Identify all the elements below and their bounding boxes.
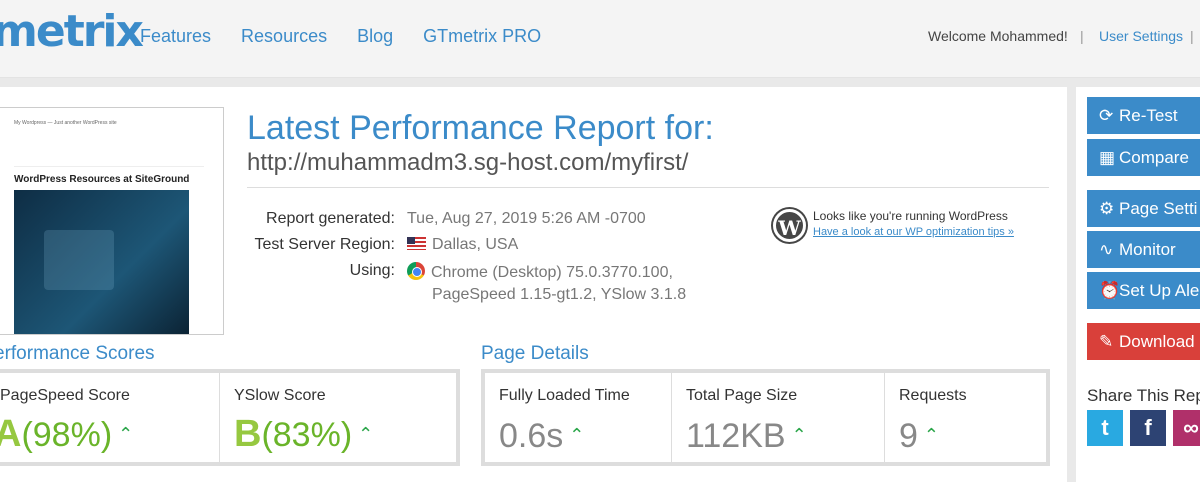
report-generated-label: Report generated: <box>266 210 395 227</box>
pagespeed-grade: A <box>0 413 22 455</box>
link-share-icon[interactable]: ∞ <box>1173 410 1200 446</box>
alarm-clock-icon: ⏰ <box>1099 281 1121 300</box>
using-label: Using: <box>349 262 395 279</box>
trend-up-icon: ⌃ <box>923 425 940 445</box>
requests-value: 9 <box>899 417 918 455</box>
share-heading: Share This Repo <box>1087 386 1200 405</box>
yslow-score-cell: YSlow Score B(83%) ⌃ <box>220 373 456 462</box>
retest-button[interactable]: ⟳ Re-Test <box>1087 97 1200 134</box>
report-url: http://muhammadm3.sg-host.com/myfirst/ <box>247 149 689 176</box>
chrome-icon <box>407 262 425 280</box>
page-settings-button[interactable]: ⚙ Page Setti <box>1087 190 1200 227</box>
pagespeed-score-label: PageSpeed Score <box>0 387 130 404</box>
yslow-grade: B <box>234 413 262 455</box>
fully-loaded-cell: Fully Loaded Time 0.6s ⌃ <box>485 373 672 462</box>
welcome-text: Welcome Mohammed! <box>928 28 1068 44</box>
region-value: Dallas, USA <box>432 236 519 253</box>
document-icon: ▦ <box>1099 148 1116 167</box>
fully-loaded-label: Fully Loaded Time <box>499 387 630 404</box>
pagespeed-score-value: A(98%) ⌃ <box>0 413 133 456</box>
page-size-cell: Total Page Size 112KB ⌃ <box>672 373 885 462</box>
wp-optimization-tips-link[interactable]: Have a look at our WP optimization tips … <box>813 226 1014 238</box>
nav-resources[interactable]: Resources <box>241 26 327 47</box>
facebook-share-icon[interactable]: f <box>1130 410 1166 446</box>
divider: | <box>1080 28 1084 44</box>
report-title: Latest Performance Report for: <box>247 109 714 147</box>
gtmetrix-logo[interactable]: metrix <box>0 6 144 57</box>
user-settings-link[interactable]: User Settings <box>1099 28 1183 44</box>
report-generated-value: Tue, Aug 27, 2019 5:26 AM -0700 <box>407 210 646 227</box>
requests-label: Requests <box>899 387 967 404</box>
trend-up-icon: ⌃ <box>118 424 134 444</box>
trend-up-icon: ⌃ <box>358 424 374 444</box>
trend-up-icon: ⌃ <box>791 425 807 445</box>
trend-up-icon: ⌃ <box>569 425 585 445</box>
yslow-score-label: YSlow Score <box>234 387 326 404</box>
compare-button[interactable]: ▦ Compare <box>1087 139 1200 176</box>
yslow-percent: (83%) <box>261 416 353 454</box>
report-panel: My Wordpress — Just another WordPress si… <box>0 87 1067 482</box>
refresh-icon: ⟳ <box>1099 106 1114 125</box>
nav-gtmetrix-pro[interactable]: GTmetrix PRO <box>423 26 541 47</box>
thumbnail-image <box>14 190 189 334</box>
performance-scores-heading: erformance Scores <box>0 343 155 364</box>
divider: | <box>1190 28 1194 44</box>
pdf-icon: ✎ <box>1099 332 1114 351</box>
wordpress-notice-text: Looks like you're running WordPress <box>813 209 1008 223</box>
requests-cell: Requests 9 ⌃ <box>885 373 1046 462</box>
fully-loaded-value: 0.6s <box>499 417 564 455</box>
pulse-icon: ∿ <box>1099 240 1114 259</box>
monitor-button[interactable]: ∿ Monitor <box>1087 231 1200 268</box>
performance-scores-box: PageSpeed Score A(98%) ⌃ YSlow Score B(83… <box>0 369 460 466</box>
page-details-box: Fully Loaded Time 0.6s ⌃ Total Page Size … <box>481 369 1050 466</box>
set-up-alerts-button[interactable]: ⏰Set Up Ale <box>1087 272 1200 309</box>
using-value-browser: Chrome (Desktop) 75.0.3770.100, <box>431 264 673 281</box>
page-screenshot-thumbnail: My Wordpress — Just another WordPress si… <box>0 107 224 335</box>
nav-features[interactable]: Features <box>140 26 211 47</box>
thumbnail-headline: WordPress Resources at SiteGround <box>14 174 190 185</box>
yslow-score-value: B(83%) ⌃ <box>234 413 373 456</box>
wordpress-icon: W <box>773 209 806 242</box>
region-label: Test Server Region: <box>254 236 395 253</box>
page-size-label: Total Page Size <box>686 387 798 404</box>
pagespeed-percent: (98%) <box>21 416 113 454</box>
thumbnail-site-name: My Wordpress — Just another WordPress si… <box>14 120 117 126</box>
divider <box>247 187 1049 188</box>
twitter-share-icon[interactable]: t <box>1087 410 1123 446</box>
page-size-value: 112KB <box>686 417 786 455</box>
actions-sidebar: ⟳ Re-Test ▦ Compare ⚙ Page Setti ∿ Monitor ⏰… <box>1076 87 1200 482</box>
us-flag-icon <box>407 237 426 250</box>
download-pdf-button[interactable]: ✎ Download <box>1087 323 1200 360</box>
main-nav: Features Resources Blog GTmetrix PRO <box>140 26 541 47</box>
page-details-heading: Page Details <box>481 343 589 364</box>
gear-icon: ⚙ <box>1099 199 1115 218</box>
nav-blog[interactable]: Blog <box>357 26 393 47</box>
top-bar: metrix Features Resources Blog GTmetrix … <box>0 0 1200 78</box>
thumbnail-divider <box>14 166 204 167</box>
pagespeed-score-cell: PageSpeed Score A(98%) ⌃ <box>0 373 220 462</box>
using-value-tools: PageSpeed 1.15-gt1.2, YSlow 3.1.8 <box>432 286 687 303</box>
